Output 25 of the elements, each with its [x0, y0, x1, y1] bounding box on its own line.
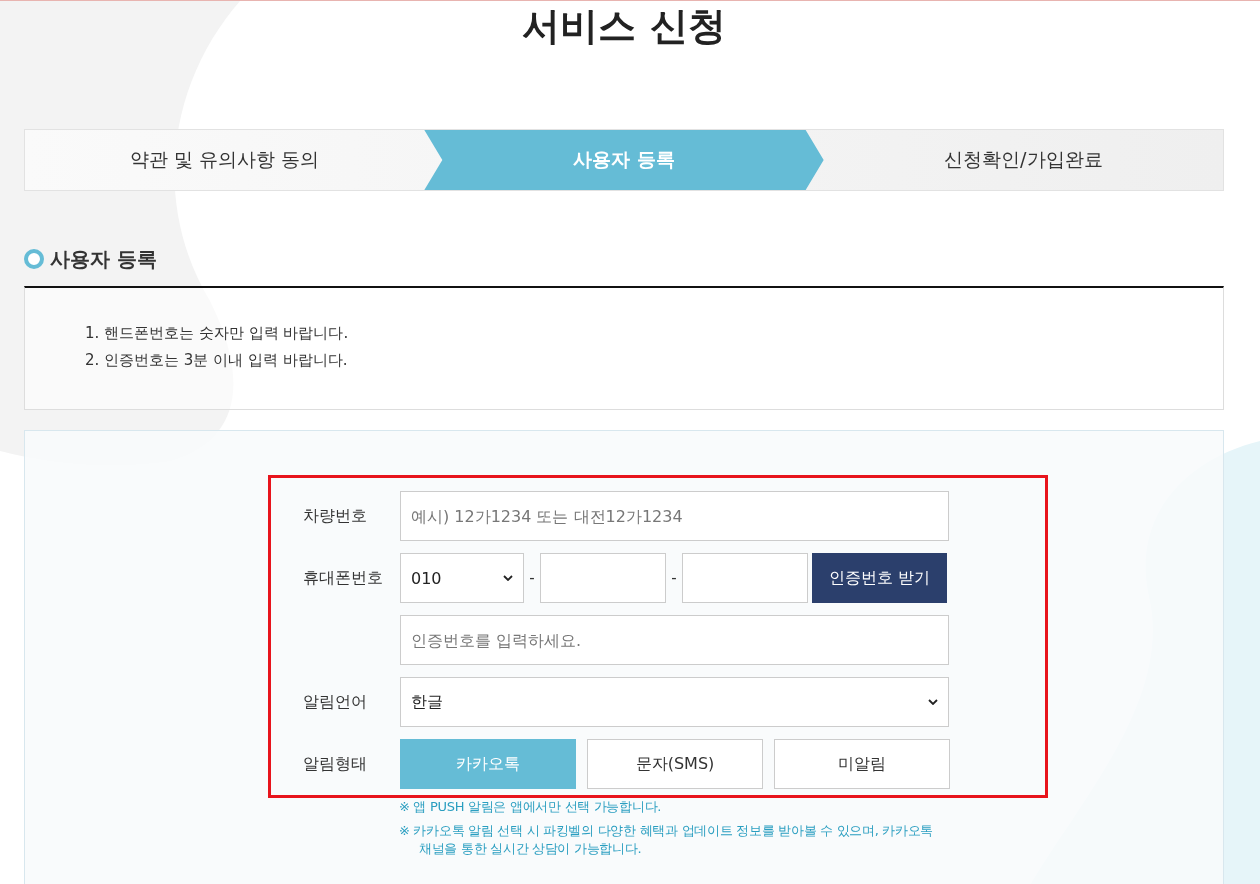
language-select[interactable]: 한글 [400, 677, 949, 727]
notification-option[interactable]: 문자(SMS) [587, 739, 763, 789]
field-label: 차량번호 [303, 505, 368, 527]
note-text: ※ 앱 PUSH 알림은 앱에서만 선택 가능합니다. [399, 798, 663, 816]
section-title: 사용자 등록 [50, 245, 157, 273]
chevron-icon [928, 699, 938, 705]
separator-text: - [528, 569, 536, 587]
phone-prefix-select[interactable]: 010 [400, 553, 524, 603]
phone-last-field[interactable] [682, 553, 808, 603]
request-code-button[interactable]: 인증번호 받기 [812, 553, 947, 603]
step-tab[interactable]: 약관 및 유의사항 동의 [25, 130, 425, 190]
vehicle-number-field[interactable]: 예시) 12가1234 또는 대전12가1234 [400, 491, 949, 541]
note-text: ※ 카카오톡 알림 선택 시 파킹벨의 다양한 혜택과 업데이트 정보를 받아볼 수 있으며, 카카오톡 채널을 통한 실시간 상담이 가능합니다. [399, 822, 935, 858]
notification-option[interactable]: 미알림 [774, 739, 950, 789]
page-title: 서비스 신청 [521, 3, 727, 50]
verification-code-field[interactable]: 인증번호를 입력하세요. [400, 615, 949, 665]
phone-middle-field[interactable] [540, 553, 666, 603]
notice-text: 2. 인증번호는 3분 이내 입력 바랍니다. [85, 351, 349, 369]
chevron-icon [503, 575, 513, 581]
field-label: 휴대폰번호 [303, 567, 384, 589]
step-tab[interactable]: 신청확인/가입완료 [823, 130, 1223, 190]
field-label: 알림형태 [303, 753, 368, 775]
separator-text: - [670, 569, 678, 587]
notice-text: 1. 핸드폰번호는 숫자만 입력 바랍니다. [85, 324, 350, 342]
field-label: 알림언어 [303, 691, 368, 713]
